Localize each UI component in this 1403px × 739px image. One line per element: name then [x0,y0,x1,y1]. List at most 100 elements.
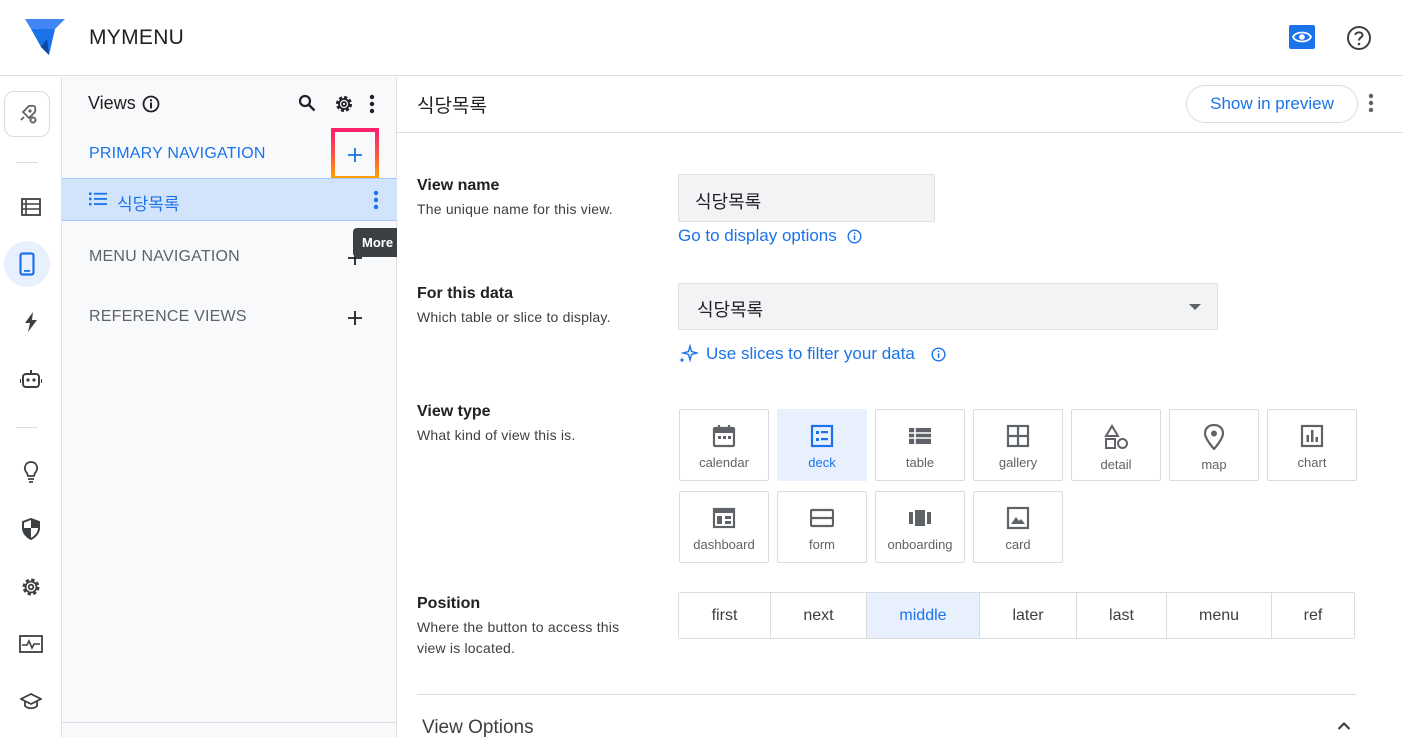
phone-app-icon[interactable] [4,241,50,287]
view-name-label: View name [417,177,500,194]
view-type-label-text: chart [1297,455,1327,470]
view-type-onboarding[interactable]: onboarding [875,491,965,563]
position-last[interactable]: last [1077,593,1167,638]
views-panel: Views PRIMARY NAVIGATION 식당목록 MENU NAVIG… [62,77,403,737]
detail-shapes-icon [1104,424,1128,449]
reference-views-label: REFERENCE VIEWS [89,308,247,325]
main-header: 식당목록 Show in preview [397,77,1403,133]
for-data-label: For this data [417,285,514,302]
slices-link[interactable]: Use slices to filter your data [678,344,946,364]
view-type-table[interactable]: table [875,409,965,481]
sparkle-icon [678,344,698,364]
view-type-detail[interactable]: detail [1071,409,1161,481]
view-type-deck[interactable]: deck [777,409,867,481]
view-type-label-text: onboarding [887,537,953,552]
rail-divider [16,427,38,428]
dashboard-icon [712,507,736,529]
card-image-icon [1006,506,1030,530]
view-type-label-text: map [1201,457,1227,472]
view-type-gallery[interactable]: gallery [973,409,1063,481]
chart-icon [1300,424,1324,448]
view-name-input[interactable]: 식당목록 [678,174,935,222]
position-help-1: Where the button to access this [417,619,620,635]
primary-navigation-label: PRIMARY NAVIGATION [89,145,266,162]
search-icon[interactable] [298,94,316,112]
display-options-link-text: Go to display options [678,226,837,245]
form-icon [810,508,834,528]
position-help-2: view is located. [417,640,516,656]
position-menu[interactable]: menu [1167,593,1272,638]
calendar-icon [712,425,736,448]
dropdown-caret-icon [1189,304,1201,310]
main-content: 식당목록 Show in preview View name The uniqu… [397,77,1403,739]
help-icon[interactable] [1346,25,1372,51]
appsheet-logo-icon[interactable] [25,19,65,55]
rail-divider [16,162,38,163]
position-first[interactable]: first [679,593,771,638]
show-in-preview-button[interactable]: Show in preview [1186,85,1358,123]
menu-navigation-label: MENU NAVIGATION [89,248,240,265]
view-type-calendar[interactable]: calendar [679,409,769,481]
view-type-map[interactable]: map [1169,409,1259,481]
view-options-header[interactable]: View Options [422,717,534,739]
display-options-link[interactable]: Go to display options [678,226,862,246]
monitor-icon[interactable] [0,624,62,664]
more-tooltip: More [353,228,403,257]
info-icon[interactable] [142,95,160,113]
position-next[interactable]: next [771,593,867,638]
more-vert-icon[interactable] [373,190,379,210]
settings-gear-icon[interactable] [0,567,62,607]
position-middle[interactable]: middle [867,593,980,638]
bot-icon[interactable] [0,359,62,399]
gallery-icon [1006,424,1030,448]
views-panel-title: Views [88,93,160,114]
list-icon [89,192,107,206]
section-divider [417,694,1356,695]
view-name-help: The unique name for this view. [417,201,613,217]
learn-cap-icon[interactable] [0,682,62,722]
view-type-label-text: table [905,455,935,470]
map-pin-icon [1204,424,1224,450]
info-icon[interactable] [847,228,862,244]
app-title: MYMENU [89,26,185,49]
slices-link-text: Use slices to filter your data [706,344,915,363]
view-title: 식당목록 [417,96,487,117]
highlight-box [331,128,379,180]
left-rail [0,77,62,737]
gear-icon[interactable] [334,94,354,114]
nav-item-식당목록[interactable]: 식당목록 [62,178,397,221]
for-data-help: Which table or slice to display. [417,309,611,325]
view-type-form[interactable]: form [777,491,867,563]
panel-divider [62,722,397,723]
more-vert-icon[interactable] [1368,93,1374,113]
chevron-up-icon[interactable] [1337,721,1351,731]
deck-icon [810,424,834,448]
table-icon [909,428,931,444]
more-vert-icon[interactable] [369,94,375,114]
data-source-select[interactable]: 식당목록 [678,283,1218,330]
data-table-icon[interactable] [0,187,62,227]
views-title-text: Views [88,93,136,113]
position-later[interactable]: later [980,593,1077,638]
view-type-label-text: deck [808,455,836,470]
security-shield-icon[interactable] [0,509,62,549]
view-type-label-text: card [1005,537,1031,552]
rocket-icon[interactable] [4,91,50,137]
data-source-value: 식당목록 [697,300,764,320]
view-type-card[interactable]: card [973,491,1063,563]
view-type-help: What kind of view this is. [417,427,576,443]
top-bar: MYMENU [0,0,1403,76]
view-type-chart[interactable]: chart [1267,409,1357,481]
preview-eye-icon[interactable] [1289,25,1315,49]
automation-bolt-icon[interactable] [0,302,62,342]
view-type-label-text: calendar [699,455,749,470]
lightbulb-icon[interactable] [0,452,62,492]
nav-item-label: 식당목록 [117,195,180,214]
view-type-dashboard[interactable]: dashboard [679,491,769,563]
position-ref[interactable]: ref [1272,593,1354,638]
position-segmented-control: first next middle later last menu ref [678,592,1355,639]
view-type-label-text: dashboard [693,537,755,552]
view-type-label: View type [417,403,491,420]
add-reference-view-button[interactable] [343,306,367,330]
info-icon[interactable] [931,346,946,362]
